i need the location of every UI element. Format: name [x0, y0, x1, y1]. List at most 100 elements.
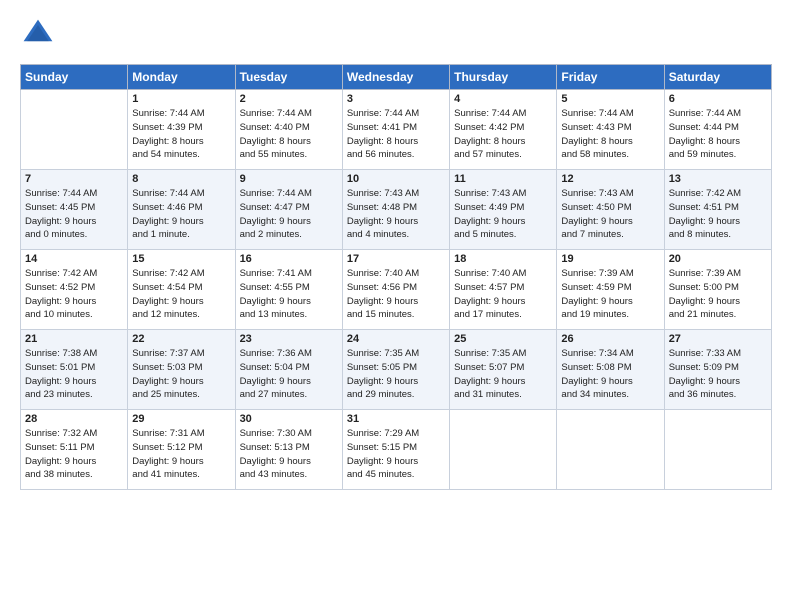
day-number: 21 [25, 333, 123, 345]
day-number: 1 [132, 93, 230, 105]
calendar-cell: 26Sunrise: 7:34 AMSunset: 5:08 PMDayligh… [557, 330, 664, 410]
day-number: 30 [240, 413, 338, 425]
day-info-line: and 5 minutes. [454, 228, 552, 242]
calendar-cell: 21Sunrise: 7:38 AMSunset: 5:01 PMDayligh… [21, 330, 128, 410]
day-info-line: Daylight: 9 hours [347, 455, 445, 469]
col-header-saturday: Saturday [664, 65, 771, 90]
day-info: Sunrise: 7:42 AMSunset: 4:54 PMDaylight:… [132, 267, 230, 322]
day-info-line: and 41 minutes. [132, 468, 230, 482]
day-info-line: Daylight: 9 hours [347, 215, 445, 229]
calendar-cell: 5Sunrise: 7:44 AMSunset: 4:43 PMDaylight… [557, 90, 664, 170]
day-info-line: Sunset: 5:07 PM [454, 361, 552, 375]
calendar-cell: 31Sunrise: 7:29 AMSunset: 5:15 PMDayligh… [342, 410, 449, 490]
calendar-cell [557, 410, 664, 490]
day-info-line: Daylight: 9 hours [25, 295, 123, 309]
day-info-line: Sunrise: 7:37 AM [132, 347, 230, 361]
calendar-table: SundayMondayTuesdayWednesdayThursdayFrid… [20, 64, 772, 490]
day-info: Sunrise: 7:44 AMSunset: 4:47 PMDaylight:… [240, 187, 338, 242]
day-info-line: and 23 minutes. [25, 388, 123, 402]
day-number: 17 [347, 253, 445, 265]
day-number: 3 [347, 93, 445, 105]
day-number: 20 [669, 253, 767, 265]
calendar-cell: 15Sunrise: 7:42 AMSunset: 4:54 PMDayligh… [128, 250, 235, 330]
day-info-line: Sunset: 4:50 PM [561, 201, 659, 215]
day-number: 13 [669, 173, 767, 185]
day-info-line: Sunset: 4:40 PM [240, 121, 338, 135]
day-number: 18 [454, 253, 552, 265]
day-info-line: Sunset: 5:00 PM [669, 281, 767, 295]
day-info-line: Daylight: 9 hours [454, 215, 552, 229]
day-number: 29 [132, 413, 230, 425]
day-info-line: Daylight: 9 hours [25, 215, 123, 229]
calendar-cell: 27Sunrise: 7:33 AMSunset: 5:09 PMDayligh… [664, 330, 771, 410]
day-info-line: Daylight: 9 hours [240, 295, 338, 309]
calendar-cell: 7Sunrise: 7:44 AMSunset: 4:45 PMDaylight… [21, 170, 128, 250]
day-info-line: and 0 minutes. [25, 228, 123, 242]
day-info-line: Sunset: 4:43 PM [561, 121, 659, 135]
day-info-line: Sunrise: 7:43 AM [561, 187, 659, 201]
day-info-line: and 55 minutes. [240, 148, 338, 162]
day-number: 10 [347, 173, 445, 185]
day-info: Sunrise: 7:44 AMSunset: 4:41 PMDaylight:… [347, 107, 445, 162]
day-info-line: and 31 minutes. [454, 388, 552, 402]
day-info-line: Daylight: 9 hours [454, 295, 552, 309]
calendar-cell: 13Sunrise: 7:42 AMSunset: 4:51 PMDayligh… [664, 170, 771, 250]
col-header-sunday: Sunday [21, 65, 128, 90]
calendar-cell: 1Sunrise: 7:44 AMSunset: 4:39 PMDaylight… [128, 90, 235, 170]
day-info-line: Sunset: 4:57 PM [454, 281, 552, 295]
day-info: Sunrise: 7:44 AMSunset: 4:43 PMDaylight:… [561, 107, 659, 162]
day-info-line: Sunrise: 7:44 AM [347, 107, 445, 121]
day-info: Sunrise: 7:34 AMSunset: 5:08 PMDaylight:… [561, 347, 659, 402]
day-number: 11 [454, 173, 552, 185]
day-info-line: Sunrise: 7:41 AM [240, 267, 338, 281]
day-info-line: and 13 minutes. [240, 308, 338, 322]
calendar-cell: 11Sunrise: 7:43 AMSunset: 4:49 PMDayligh… [450, 170, 557, 250]
calendar-cell: 23Sunrise: 7:36 AMSunset: 5:04 PMDayligh… [235, 330, 342, 410]
day-info-line: Sunrise: 7:34 AM [561, 347, 659, 361]
day-info: Sunrise: 7:35 AMSunset: 5:05 PMDaylight:… [347, 347, 445, 402]
day-number: 12 [561, 173, 659, 185]
day-info-line: and 8 minutes. [669, 228, 767, 242]
day-info: Sunrise: 7:44 AMSunset: 4:46 PMDaylight:… [132, 187, 230, 242]
day-info-line: Daylight: 8 hours [132, 135, 230, 149]
day-info-line: and 36 minutes. [669, 388, 767, 402]
day-info-line: Daylight: 9 hours [240, 455, 338, 469]
day-info-line: Sunrise: 7:40 AM [454, 267, 552, 281]
day-info-line: Sunset: 4:51 PM [669, 201, 767, 215]
day-info-line: and 10 minutes. [25, 308, 123, 322]
day-info-line: Daylight: 8 hours [561, 135, 659, 149]
day-info-line: Daylight: 9 hours [240, 215, 338, 229]
day-info: Sunrise: 7:41 AMSunset: 4:55 PMDaylight:… [240, 267, 338, 322]
week-row-2: 7Sunrise: 7:44 AMSunset: 4:45 PMDaylight… [21, 170, 772, 250]
calendar-cell: 10Sunrise: 7:43 AMSunset: 4:48 PMDayligh… [342, 170, 449, 250]
day-info: Sunrise: 7:40 AMSunset: 4:56 PMDaylight:… [347, 267, 445, 322]
day-info-line: Sunset: 5:09 PM [669, 361, 767, 375]
day-info-line: Sunrise: 7:44 AM [240, 187, 338, 201]
day-number: 31 [347, 413, 445, 425]
day-info: Sunrise: 7:44 AMSunset: 4:44 PMDaylight:… [669, 107, 767, 162]
day-number: 8 [132, 173, 230, 185]
day-info: Sunrise: 7:30 AMSunset: 5:13 PMDaylight:… [240, 427, 338, 482]
day-info-line: and 7 minutes. [561, 228, 659, 242]
day-info-line: and 54 minutes. [132, 148, 230, 162]
calendar-cell: 3 Sunrise: 7:44 AMSunset: 4:41 PMDaylight… [342, 90, 449, 170]
day-info-line: Sunset: 5:08 PM [561, 361, 659, 375]
calendar-cell: 28Sunrise: 7:32 AMSunset: 5:11 PMDayligh… [21, 410, 128, 490]
day-number: 22 [132, 333, 230, 345]
day-number: 27 [669, 333, 767, 345]
day-number: 2 [240, 93, 338, 105]
day-info-line: Sunset: 4:49 PM [454, 201, 552, 215]
week-row-1: 1Sunrise: 7:44 AMSunset: 4:39 PMDaylight… [21, 90, 772, 170]
page-container: SundayMondayTuesdayWednesdayThursdayFrid… [0, 0, 792, 500]
day-info-line: and 2 minutes. [240, 228, 338, 242]
day-info-line: Sunset: 5:05 PM [347, 361, 445, 375]
day-info-line: Sunrise: 7:32 AM [25, 427, 123, 441]
calendar-cell: 8 Sunrise: 7:44 AMSunset: 4:46 PMDaylight… [128, 170, 235, 250]
day-info-line: Sunrise: 7:36 AM [240, 347, 338, 361]
logo-icon [20, 16, 56, 52]
day-number: 6 [669, 93, 767, 105]
day-info-line: and 59 minutes. [669, 148, 767, 162]
calendar-cell [21, 90, 128, 170]
day-info-line: Daylight: 8 hours [669, 135, 767, 149]
day-info-line: Sunset: 4:59 PM [561, 281, 659, 295]
